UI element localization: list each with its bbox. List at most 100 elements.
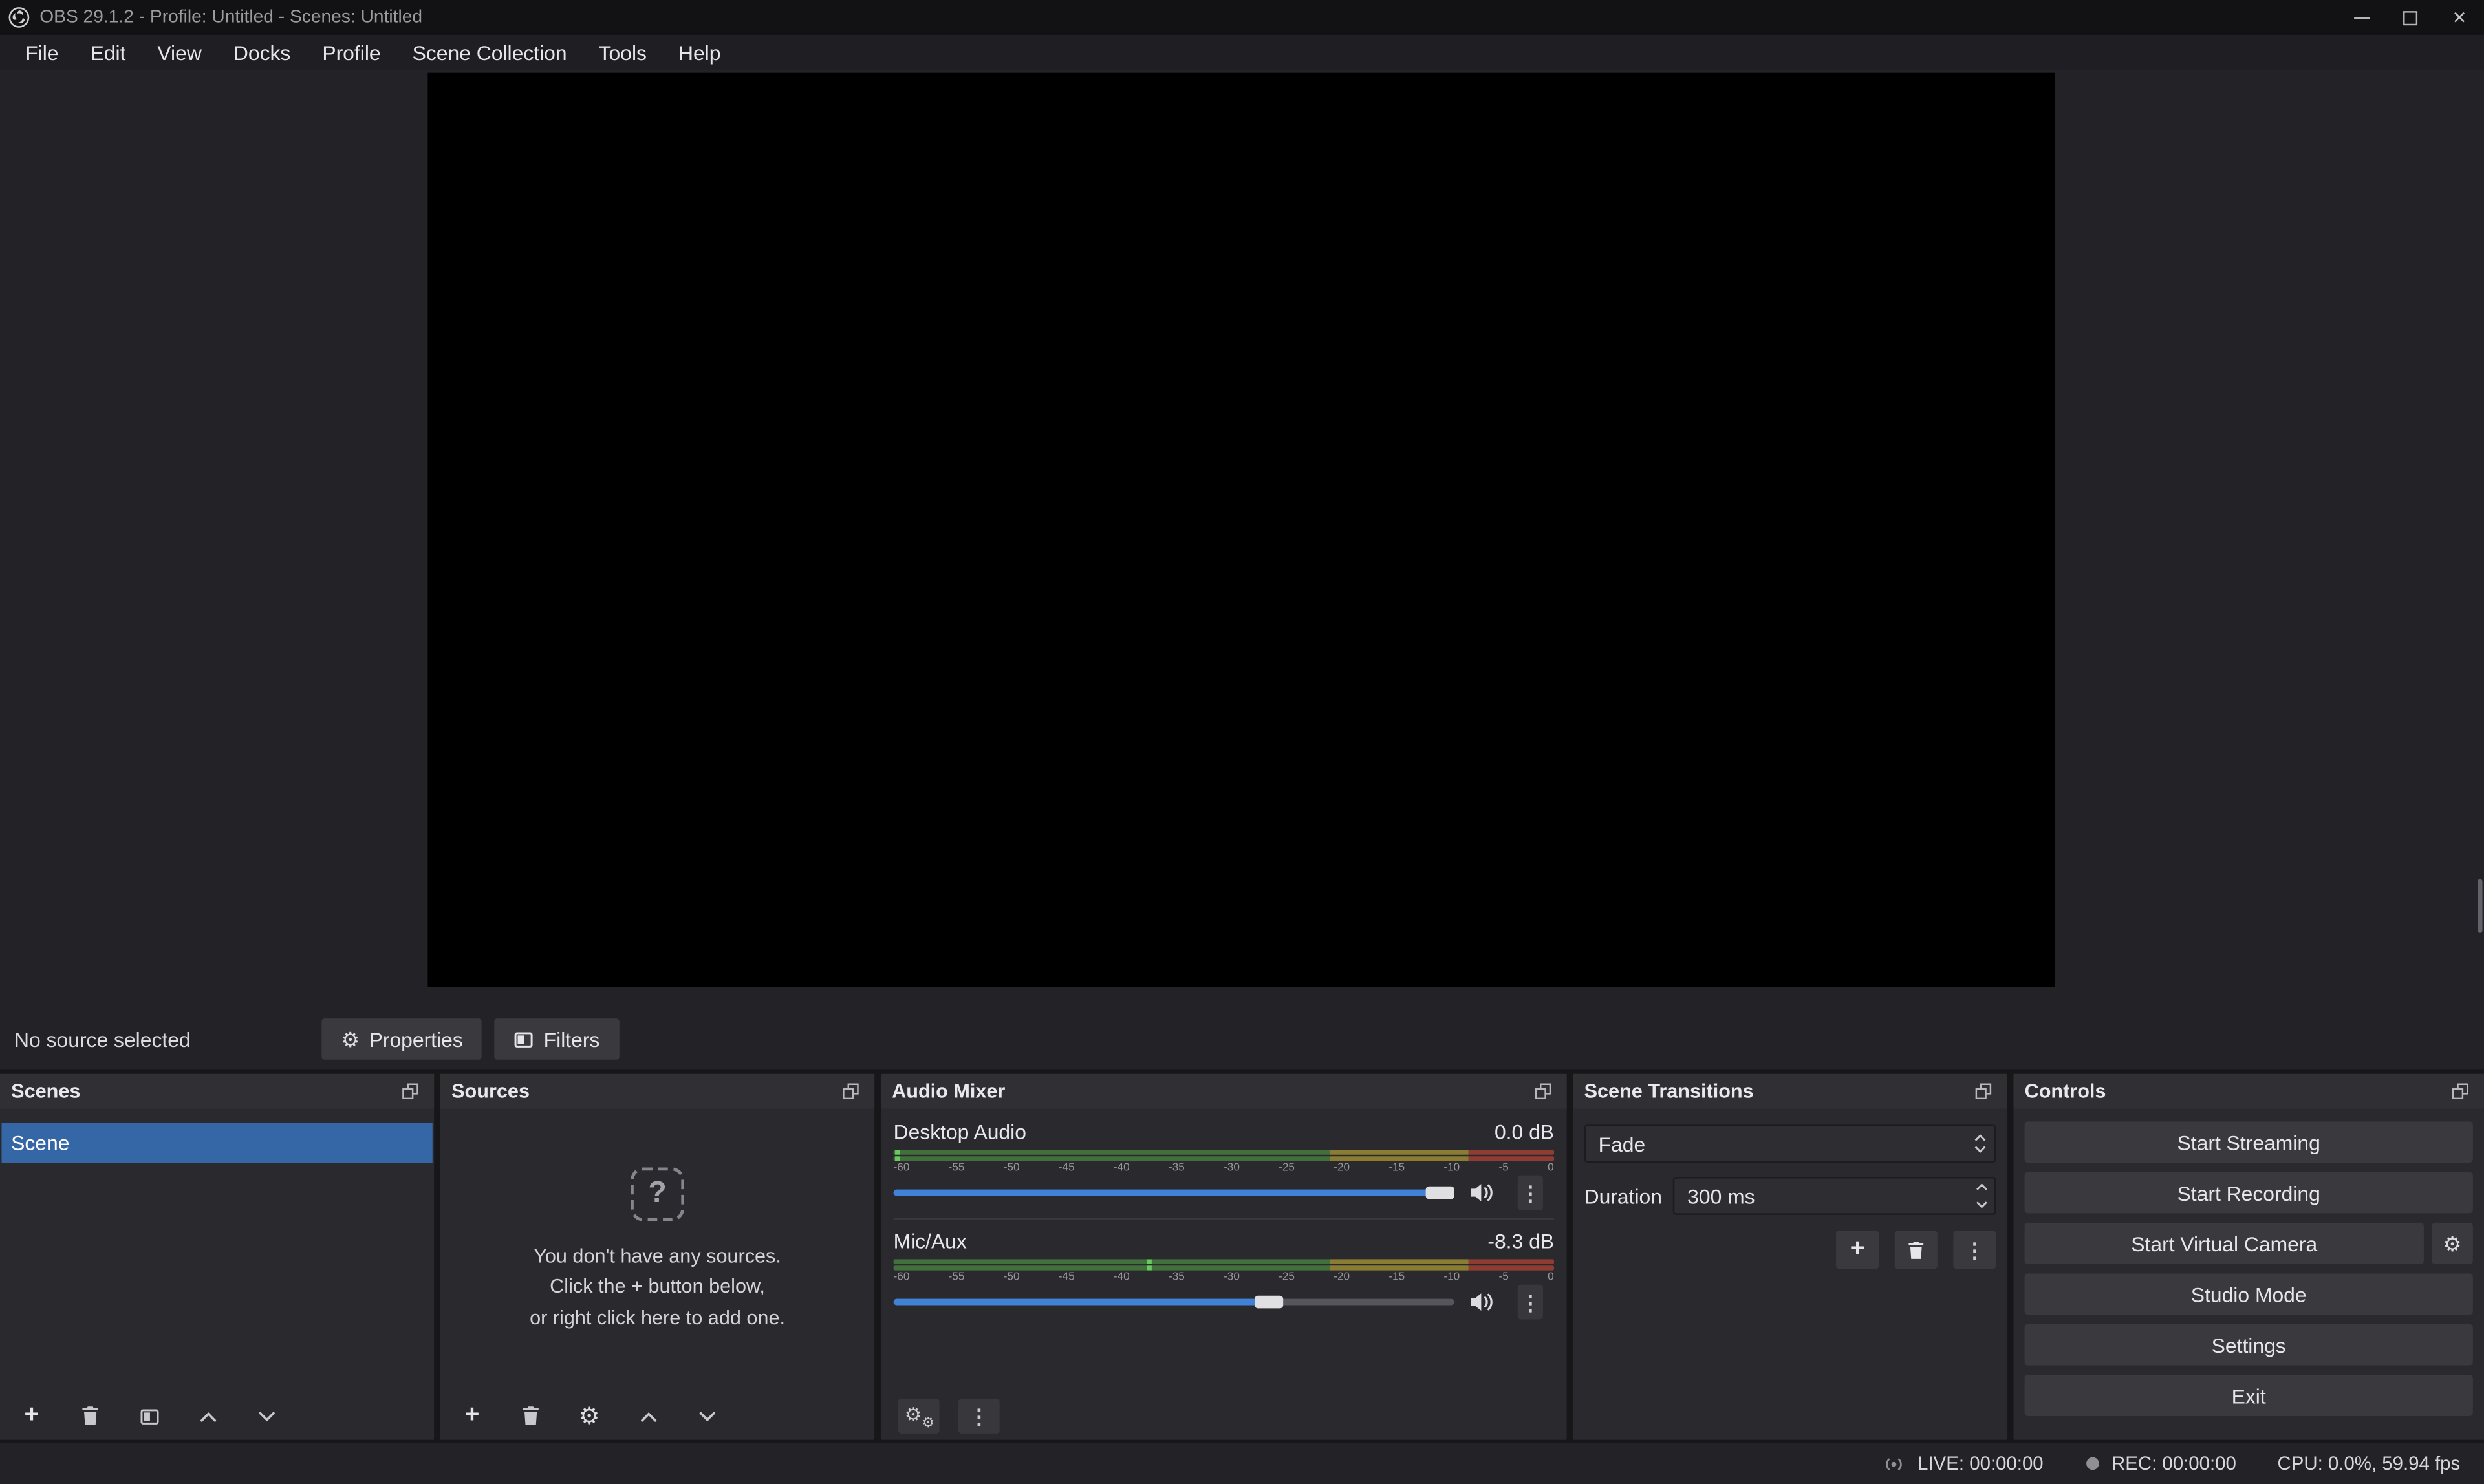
start-streaming-button[interactable]: Start Streaming bbox=[2025, 1121, 2473, 1163]
scene-list-item[interactable]: Scene bbox=[1, 1123, 432, 1163]
remove-scene-button[interactable] bbox=[76, 1400, 105, 1432]
menu-view[interactable]: View bbox=[142, 35, 217, 70]
transitions-body: Fade Duration bbox=[1573, 1109, 2007, 1285]
question-mark-icon: ? bbox=[631, 1167, 684, 1221]
source-properties-button[interactable]: ⚙ bbox=[575, 1400, 603, 1432]
kebab-menu-icon: ⋮ bbox=[1520, 1183, 1540, 1203]
duration-spinbox[interactable] bbox=[1673, 1177, 1996, 1215]
properties-label: Properties bbox=[369, 1027, 463, 1051]
menu-tools[interactable]: Tools bbox=[583, 35, 662, 70]
sources-empty-text: You don't have any sources.Click the + b… bbox=[530, 1242, 785, 1333]
channel-options-button[interactable]: ⋮ bbox=[1518, 1285, 1543, 1320]
channel-name: Mic/Aux bbox=[894, 1229, 967, 1253]
audio-mixer-dock-header[interactable]: Audio Mixer bbox=[881, 1074, 1567, 1109]
meter-scale: -60-55-50-45-40-35-30-25-20-15-10-50 bbox=[894, 1163, 1554, 1174]
preview-canvas[interactable] bbox=[427, 73, 2055, 987]
source-status-text: No source selected bbox=[14, 1027, 191, 1051]
settings-button[interactable]: Settings bbox=[2025, 1324, 2473, 1366]
move-source-down-button[interactable] bbox=[692, 1400, 720, 1432]
obs-main-window: OBS 29.1.2 - Profile: Untitled - Scenes:… bbox=[0, 0, 2484, 1484]
duration-increase-button[interactable] bbox=[1967, 1179, 1994, 1196]
volume-slider[interactable] bbox=[894, 1181, 1454, 1203]
move-scene-up-button[interactable] bbox=[193, 1400, 222, 1432]
rec-time-text: REC: 00:00:00 bbox=[2111, 1452, 2236, 1474]
remove-source-button[interactable] bbox=[517, 1400, 545, 1432]
titlebar: OBS 29.1.2 - Profile: Untitled - Scenes:… bbox=[0, 0, 2484, 35]
remove-transition-button[interactable] bbox=[1895, 1231, 1938, 1269]
speaker-mute-icon[interactable] bbox=[1469, 1181, 1496, 1205]
add-source-button[interactable]: + bbox=[458, 1400, 486, 1432]
mixer-body: Desktop Audio 0.0 dB -60-55-50-45-40-35-… bbox=[881, 1109, 1567, 1315]
menu-scene-collection[interactable]: Scene Collection bbox=[396, 35, 583, 70]
channel-name: Desktop Audio bbox=[894, 1120, 1026, 1144]
sources-empty-line: Click the + button below, bbox=[530, 1273, 785, 1303]
menu-help[interactable]: Help bbox=[662, 35, 737, 70]
volume-slider-handle[interactable] bbox=[1426, 1187, 1454, 1199]
kebab-menu-icon: ⋮ bbox=[1965, 1240, 1985, 1260]
sources-empty-state[interactable]: ? You don't have any sources.Click the +… bbox=[440, 1109, 874, 1392]
studio-mode-button[interactable]: Studio Mode bbox=[2025, 1273, 2473, 1315]
sources-dock-header[interactable]: Sources bbox=[440, 1074, 874, 1109]
duration-decrease-button[interactable] bbox=[1967, 1196, 1994, 1213]
popout-icon[interactable] bbox=[1530, 1079, 1555, 1104]
menu-edit[interactable]: Edit bbox=[74, 35, 142, 70]
chevron-down-icon bbox=[256, 1406, 277, 1426]
minimize-icon[interactable] bbox=[2337, 0, 2386, 35]
menubar: FileEditViewDocksProfileScene Collection… bbox=[0, 35, 2484, 70]
advanced-audio-properties-button[interactable]: ⚙⚙ bbox=[898, 1399, 940, 1434]
filters-button[interactable]: Filters bbox=[495, 1018, 619, 1060]
obs-logo-icon bbox=[8, 6, 32, 30]
volume-slider[interactable] bbox=[894, 1291, 1454, 1313]
move-source-up-button[interactable] bbox=[634, 1400, 662, 1432]
speaker-mute-icon[interactable] bbox=[1469, 1290, 1496, 1314]
scenes-list: Scene bbox=[0, 1109, 434, 1163]
sources-empty-line: You don't have any sources. bbox=[530, 1242, 785, 1272]
volume-slider-handle[interactable] bbox=[1255, 1296, 1284, 1309]
audio-mixer-dock: Audio Mixer Desktop Audio 0.0 dB - bbox=[881, 1074, 1567, 1440]
add-transition-button[interactable]: + bbox=[1836, 1231, 1879, 1269]
scenes-dock-title: Scenes bbox=[11, 1081, 80, 1102]
scenes-dock-header[interactable]: Scenes bbox=[0, 1074, 434, 1109]
menu-profile[interactable]: Profile bbox=[307, 35, 396, 70]
scene-transitions-dock: Scene Transitions Fade Duration bbox=[1573, 1074, 2007, 1440]
start-virtual-camera-button[interactable]: Start Virtual Camera bbox=[2025, 1223, 2424, 1264]
move-scene-down-button[interactable] bbox=[252, 1400, 280, 1432]
popout-icon[interactable] bbox=[1971, 1079, 1996, 1104]
plus-icon: + bbox=[25, 1403, 39, 1428]
transition-options-button[interactable]: ⋮ bbox=[1953, 1231, 1996, 1269]
menu-docks[interactable]: Docks bbox=[217, 35, 306, 70]
add-scene-button[interactable]: + bbox=[17, 1400, 46, 1432]
window-title: OBS 29.1.2 - Profile: Untitled - Scenes:… bbox=[39, 8, 422, 27]
duration-input[interactable] bbox=[1675, 1179, 1968, 1214]
gear-icon: ⚙ bbox=[341, 1029, 360, 1049]
menu-file[interactable]: File bbox=[10, 35, 74, 70]
scenes-dock: Scenes Scene + bbox=[0, 1074, 434, 1440]
exit-button[interactable]: Exit bbox=[2025, 1375, 2473, 1416]
channel-options-button[interactable]: ⋮ bbox=[1518, 1176, 1543, 1210]
chevron-down-icon bbox=[697, 1406, 717, 1426]
close-icon[interactable]: ✕ bbox=[2435, 0, 2484, 35]
controls-dock-header[interactable]: Controls bbox=[2013, 1074, 2484, 1109]
kebab-menu-icon: ⋮ bbox=[1520, 1292, 1540, 1313]
live-time-text: LIVE: 00:00:00 bbox=[1917, 1452, 2044, 1474]
popout-icon[interactable] bbox=[2448, 1079, 2473, 1104]
statusbar: LIVE: 00:00:00 REC: 00:00:00 CPU: 0.0%, … bbox=[0, 1443, 2484, 1484]
popout-icon[interactable] bbox=[398, 1079, 423, 1104]
gear-icon: ⚙ bbox=[2443, 1233, 2462, 1254]
double-gear-icon: ⚙⚙ bbox=[905, 1403, 933, 1428]
volume-meter bbox=[894, 1259, 1554, 1270]
combo-spinner-icons[interactable] bbox=[1966, 1134, 1994, 1153]
scene-filters-button[interactable] bbox=[135, 1400, 163, 1432]
transitions-dock-header[interactable]: Scene Transitions bbox=[1573, 1074, 2007, 1109]
virtual-camera-settings-button[interactable]: ⚙ bbox=[2432, 1223, 2473, 1264]
window-controls: ✕ bbox=[2337, 0, 2484, 35]
popout-icon[interactable] bbox=[838, 1079, 863, 1104]
properties-button[interactable]: ⚙ Properties bbox=[322, 1018, 482, 1060]
scenes-toolbar: + bbox=[0, 1392, 434, 1439]
maximize-icon[interactable] bbox=[2386, 0, 2435, 35]
scrollbar-thumb[interactable] bbox=[2478, 879, 2482, 933]
mixer-options-button[interactable]: ⋮ bbox=[958, 1399, 1000, 1434]
transition-select[interactable]: Fade bbox=[1584, 1124, 1996, 1163]
start-recording-button[interactable]: Start Recording bbox=[2025, 1172, 2473, 1214]
transitions-dock-title: Scene Transitions bbox=[1584, 1081, 1754, 1102]
